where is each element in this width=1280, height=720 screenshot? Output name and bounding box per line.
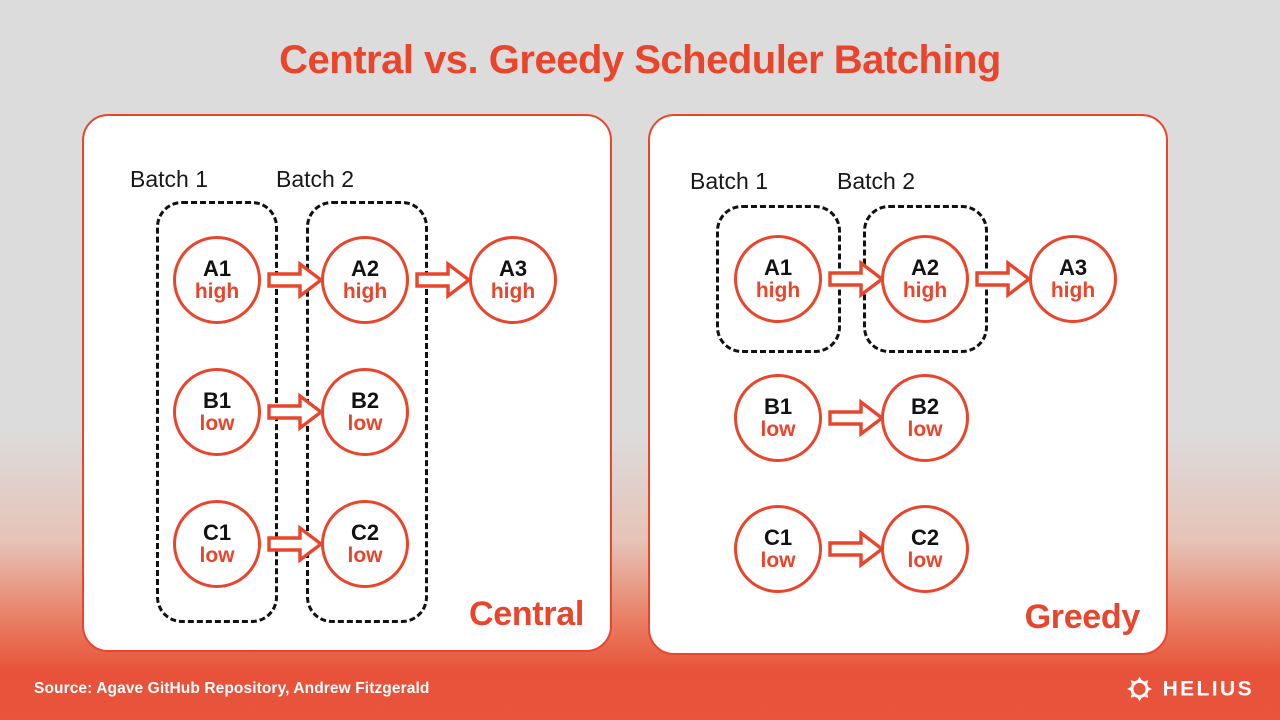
node-central-a1: A1 high — [173, 236, 261, 324]
node-central-c1: C1 low — [173, 500, 261, 588]
arrow-greedy-a1-a2 — [828, 259, 884, 299]
source-credit: Source: Agave GitHub Repository, Andrew … — [34, 680, 430, 697]
node-central-a3: A3 high — [469, 236, 557, 324]
panel-central-label: Central — [468, 595, 584, 633]
page-title: Central vs. Greedy Scheduler Batching — [279, 38, 1001, 82]
node-id: A1 — [763, 254, 793, 280]
panel-central: Batch 1 Batch 2 A1 high A2 high A3 high — [82, 114, 612, 652]
node-central-b2: B2 low — [321, 368, 409, 456]
node-id: A3 — [498, 255, 528, 281]
node-priority: low — [199, 412, 235, 436]
node-id: C1 — [763, 524, 793, 550]
panel-greedy-label: Greedy — [1024, 598, 1141, 636]
node-greedy-a2: A2 high — [881, 235, 969, 323]
arrow-central-a1-a2 — [267, 260, 323, 300]
node-priority: low — [199, 544, 235, 568]
node-id: A2 — [910, 254, 940, 280]
node-priority: low — [760, 549, 796, 573]
node-priority: low — [907, 418, 943, 442]
arrow-central-c1-c2 — [267, 524, 323, 564]
sunburst-icon — [1126, 676, 1152, 702]
node-central-a2: A2 high — [321, 236, 409, 324]
arrow-central-b1-b2 — [267, 392, 323, 432]
node-priority: low — [347, 412, 383, 436]
node-priority: high — [490, 280, 536, 304]
node-id: B1 — [763, 393, 793, 419]
node-id: A3 — [1058, 254, 1088, 280]
node-id: A1 — [202, 255, 232, 281]
panel-greedy: Batch 1 Batch 2 A1 high A2 high A3 high — [648, 114, 1168, 655]
node-central-c2: C2 low — [321, 500, 409, 588]
node-priority: low — [907, 549, 943, 573]
arrow-greedy-a2-a3 — [975, 259, 1031, 299]
node-id: C2 — [910, 524, 940, 550]
footer: Source: Agave GitHub Repository, Andrew … — [0, 658, 1280, 720]
node-priority: high — [194, 280, 240, 304]
greedy-batch-2-label: Batch 2 — [837, 168, 915, 194]
node-priority: low — [347, 544, 383, 568]
node-priority: high — [755, 279, 801, 303]
arrow-central-a2-a3 — [415, 260, 471, 300]
greedy-batch-1-label: Batch 1 — [690, 168, 768, 194]
node-id: C2 — [350, 519, 380, 545]
central-batch-1-label: Batch 1 — [130, 166, 208, 192]
node-greedy-c2: C2 low — [881, 505, 969, 593]
node-id: B2 — [350, 387, 380, 413]
node-greedy-a3: A3 high — [1029, 235, 1117, 323]
node-id: B2 — [910, 393, 940, 419]
node-id: B1 — [202, 387, 232, 413]
node-greedy-a1: A1 high — [734, 235, 822, 323]
node-greedy-b1: B1 low — [734, 374, 822, 462]
central-batch-2-label: Batch 2 — [276, 166, 354, 192]
node-priority: high — [902, 279, 948, 303]
helius-logo: HELIUS — [1126, 676, 1254, 703]
node-priority: low — [760, 418, 796, 442]
node-priority: high — [342, 280, 388, 304]
arrow-greedy-b1-b2 — [828, 398, 884, 438]
node-priority: high — [1050, 279, 1096, 303]
brand-name: HELIUS — [1162, 677, 1254, 700]
node-greedy-c1: C1 low — [734, 505, 822, 593]
node-central-b1: B1 low — [173, 368, 261, 456]
slide: Central vs. Greedy Scheduler Batching Ba… — [0, 0, 1280, 720]
node-greedy-b2: B2 low — [881, 374, 969, 462]
node-id: A2 — [350, 255, 380, 281]
arrow-greedy-c1-c2 — [828, 529, 884, 569]
node-id: C1 — [202, 519, 232, 545]
